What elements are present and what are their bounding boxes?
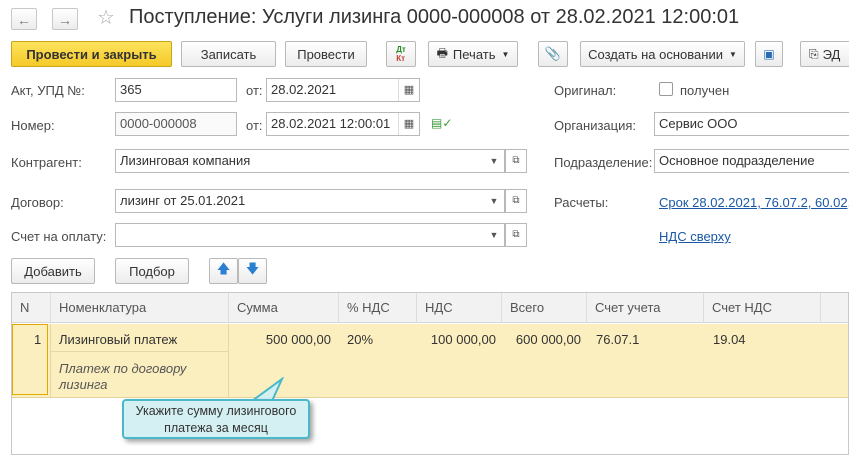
number-date-label: от:: [246, 118, 263, 133]
total-cell[interactable]: 600 000,00: [502, 332, 581, 347]
organization-label: Организация:: [554, 118, 637, 133]
structure-icon: ▣: [763, 47, 775, 61]
move-down-button[interactable]: 🡇: [238, 258, 267, 284]
paperclip-icon: 📎: [544, 46, 562, 61]
back-button[interactable]: ←: [11, 8, 37, 30]
forward-button[interactable]: →: [52, 8, 78, 30]
open-contract-button[interactable]: ⧉: [505, 189, 527, 213]
structure-button[interactable]: ▣: [755, 41, 783, 67]
post-button[interactable]: Провести: [285, 41, 367, 67]
number-date-field[interactable]: 28.02.2021 12:00:01 ▦: [266, 112, 420, 136]
write-button[interactable]: Записать: [181, 41, 276, 67]
open-icon: ⧉: [512, 155, 520, 166]
vat-rate-cell[interactable]: 20%: [347, 332, 373, 347]
number-field[interactable]: 0000-000008: [115, 112, 237, 136]
invoice-label: Счет на оплату:: [11, 229, 107, 244]
sum-cell[interactable]: 500 000,00: [229, 332, 331, 347]
vat-cell[interactable]: 100 000,00: [417, 332, 496, 347]
select-button[interactable]: Подбор: [115, 258, 189, 284]
arrow-up-icon: 🡅: [216, 261, 231, 276]
create-based-on-button[interactable]: Создать на основании ▼: [580, 41, 745, 67]
row-number-cell[interactable]: [12, 324, 48, 395]
column-header-account[interactable]: Счет учета: [587, 293, 704, 323]
edo-icon: ⎘: [809, 46, 819, 61]
column-header-vat-account[interactable]: Счет НДС: [704, 293, 821, 323]
chevron-down-icon: ▼: [501, 49, 510, 59]
column-header-vat[interactable]: НДС: [417, 293, 502, 323]
department-label: Подразделение:: [554, 155, 653, 170]
column-header-n[interactable]: N: [12, 293, 51, 323]
calendar-icon[interactable]: ▦: [398, 79, 419, 101]
printer-icon: 🖶: [436, 45, 448, 60]
vat-on-top-link[interactable]: НДС сверху: [659, 229, 731, 244]
hint-tooltip: Укажите сумму лизингового платежа за мес…: [122, 399, 310, 439]
chevron-down-icon: ▼: [728, 49, 737, 59]
act-date-label: от:: [246, 83, 263, 98]
open-icon: ⧉: [512, 229, 520, 240]
original-label: Оригинал:: [554, 83, 617, 98]
check-numbering-icon[interactable]: ▤✓: [431, 116, 452, 130]
account-cell[interactable]: 76.07.1: [596, 332, 639, 347]
column-header-total[interactable]: Всего: [502, 293, 587, 323]
contract-field[interactable]: лизинг от 25.01.2021 ▼: [115, 189, 505, 213]
open-icon: ⧉: [512, 195, 520, 206]
act-label: Акт, УПД №:: [11, 83, 85, 98]
invoice-field[interactable]: ▼: [115, 223, 505, 247]
counterparty-field[interactable]: Лизинговая компания ▼: [115, 149, 505, 173]
number-label: Номер:: [11, 118, 55, 133]
dt-kt-button[interactable]: Дт Кт: [386, 41, 416, 67]
add-row-button[interactable]: Добавить: [11, 258, 95, 284]
organization-field[interactable]: Сервис ООО: [654, 112, 849, 136]
attach-button[interactable]: 📎: [538, 41, 568, 67]
move-up-button[interactable]: 🡅: [209, 258, 238, 284]
settlements-label: Расчеты:: [554, 195, 609, 210]
open-counterparty-button[interactable]: ⧉: [505, 149, 527, 173]
column-header-vat-rate[interactable]: % НДС: [339, 293, 417, 323]
dt-kt-icon: Дт Кт: [396, 45, 406, 63]
item-note-line2[interactable]: лизинга: [59, 377, 107, 392]
page-title: Поступление: Услуги лизинга 0000-000008 …: [129, 6, 740, 28]
contract-label: Договор:: [11, 195, 64, 210]
counterparty-label: Контрагент:: [11, 155, 82, 170]
act-date-field[interactable]: 28.02.2021 ▦: [266, 78, 420, 102]
department-field[interactable]: Основное подразделение: [654, 149, 849, 173]
print-button[interactable]: 🖶 Печать ▼: [428, 41, 518, 67]
item-name[interactable]: Лизинговый платеж: [59, 332, 177, 347]
act-number-field[interactable]: 365: [115, 78, 237, 102]
arrow-down-icon: 🡇: [245, 261, 260, 276]
column-header-sum[interactable]: Сумма: [229, 293, 339, 323]
open-invoice-button[interactable]: ⧉: [505, 223, 527, 247]
chevron-down-icon[interactable]: ▼: [484, 150, 504, 172]
settlements-link[interactable]: Срок 28.02.2021, 76.07.2, 60.02,: [659, 195, 849, 210]
item-note-line1[interactable]: Платеж по договору: [59, 361, 186, 376]
post-and-close-button[interactable]: Провести и закрыть: [11, 41, 172, 67]
chevron-down-icon[interactable]: ▼: [484, 224, 504, 246]
row-number: 1: [34, 332, 42, 347]
arrow-right-icon: →: [58, 12, 72, 28]
original-received-checkbox[interactable]: [659, 82, 673, 96]
favorite-star-icon[interactable]: ☆: [97, 5, 115, 30]
chevron-down-icon[interactable]: ▼: [484, 190, 504, 212]
calendar-icon[interactable]: ▦: [398, 113, 419, 135]
column-header-item[interactable]: Номенклатура: [51, 293, 229, 323]
vat-account-cell[interactable]: 19.04: [713, 332, 746, 347]
original-received-label[interactable]: получен: [680, 83, 729, 98]
arrow-left-icon: ←: [17, 12, 31, 28]
column-header-extra: [821, 293, 848, 323]
edo-button[interactable]: ⎘ ЭД: [800, 41, 849, 67]
